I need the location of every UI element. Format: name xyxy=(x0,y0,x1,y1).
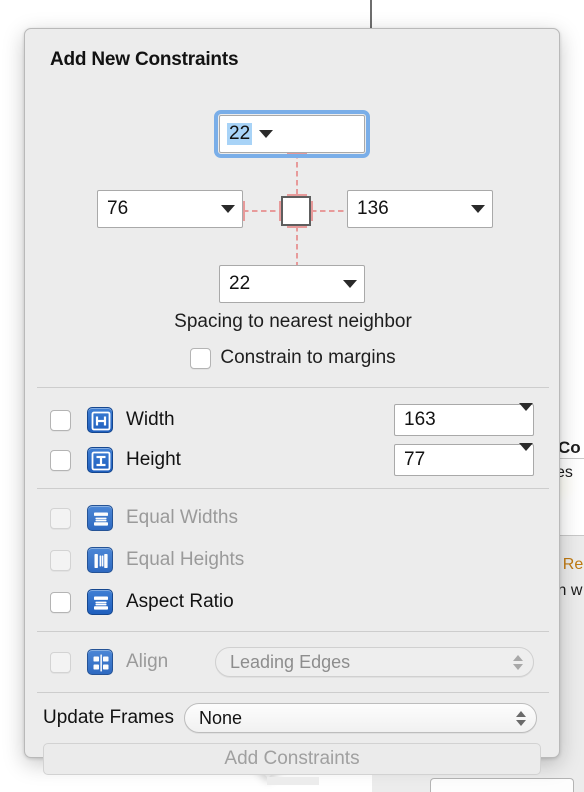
aspect-ratio-label: Aspect Ratio xyxy=(126,591,234,612)
aspect-ratio-row[interactable]: Aspect Ratio xyxy=(25,583,561,621)
align-chevron-updown-icon xyxy=(503,654,533,670)
spacing-guide-top-icon xyxy=(287,153,307,196)
equal-heights-icon xyxy=(87,547,113,573)
height-value-combo[interactable]: 77 xyxy=(394,443,534,476)
popover-tail-cover xyxy=(267,777,319,785)
update-frames-row[interactable]: Update Frames None xyxy=(25,701,561,735)
bottom-spacing-value[interactable]: 22 xyxy=(220,273,336,295)
top-spacing-value[interactable]: 22 xyxy=(227,123,253,145)
constrain-to-margins-checkbox[interactable] xyxy=(190,347,212,369)
right-spacing-chevron-down-icon[interactable] xyxy=(464,205,492,213)
right-spacing-combo[interactable]: 136 xyxy=(347,190,493,228)
equal-widths-row: Equal Widths xyxy=(25,499,561,537)
equal-widths-icon xyxy=(87,505,113,531)
align-row: Align Leading Edges xyxy=(25,643,561,681)
width-value[interactable]: 163 xyxy=(395,409,519,431)
aspect-ratio-icon xyxy=(87,589,113,615)
constrain-to-margins-label: Constrain to margins xyxy=(220,347,396,368)
bottom-spacing-combo[interactable]: 22 xyxy=(219,265,365,303)
add-new-constraints-popover: Add New Constraints 22 76 136 22 Spacing… xyxy=(24,28,561,785)
divider-4 xyxy=(37,692,549,693)
update-frames-chevron-updown-icon[interactable] xyxy=(506,710,536,726)
left-spacing-value[interactable]: 76 xyxy=(98,198,214,220)
align-selected-option: Leading Edges xyxy=(230,651,351,672)
height-chevron-down-icon[interactable] xyxy=(519,443,533,469)
background-text-fragment-1: Co xyxy=(558,438,581,457)
height-label: Height xyxy=(126,449,181,470)
spacing-caption: Spacing to nearest neighbor xyxy=(174,311,412,332)
update-frames-label: Update Frames xyxy=(43,707,174,728)
width-chevron-down-icon[interactable] xyxy=(519,403,533,429)
left-spacing-chevron-down-icon[interactable] xyxy=(214,205,242,213)
constrain-to-margins-row[interactable]: Constrain to margins xyxy=(25,347,561,369)
right-spacing-value[interactable]: 136 xyxy=(348,198,464,220)
divider-3 xyxy=(37,631,549,632)
align-label: Align xyxy=(126,651,169,672)
top-spacing-combo[interactable]: 22 xyxy=(219,115,365,153)
divider-2 xyxy=(37,488,549,489)
width-constraint-icon xyxy=(87,407,113,433)
align-option-popup: Leading Edges xyxy=(215,647,534,677)
width-constraint-row[interactable]: Width 163 xyxy=(25,401,561,439)
aspect-ratio-checkbox[interactable] xyxy=(50,591,71,613)
height-value[interactable]: 77 xyxy=(395,449,519,471)
align-checkbox xyxy=(50,651,71,673)
height-checkbox[interactable] xyxy=(50,449,71,471)
spacing-guide-bottom-icon xyxy=(287,226,307,269)
update-frames-selected-option[interactable]: None xyxy=(185,708,506,729)
left-spacing-combo[interactable]: 76 xyxy=(97,190,243,228)
add-constraints-button: Add Constraints xyxy=(43,743,541,775)
popover-title: Add New Constraints xyxy=(50,49,239,70)
height-constraint-row[interactable]: Height 77 xyxy=(25,441,561,479)
width-label: Width xyxy=(126,409,175,430)
background-bottom-box xyxy=(430,778,574,792)
width-checkbox[interactable] xyxy=(50,409,71,431)
background-vertical-rule xyxy=(370,0,372,28)
width-value-combo[interactable]: 163 xyxy=(394,403,534,436)
align-icon xyxy=(87,649,113,675)
spacing-cross-control: 22 76 136 22 Spacing to nearest neighbor xyxy=(25,79,561,332)
divider-1 xyxy=(37,387,549,388)
spacing-guide-right-icon xyxy=(311,201,349,221)
equal-heights-checkbox xyxy=(50,549,71,571)
equal-widths-label: Equal Widths xyxy=(126,507,238,528)
top-spacing-chevron-down-icon[interactable] xyxy=(252,130,280,138)
spacing-guide-left-icon xyxy=(243,201,281,221)
equal-heights-row: Equal Heights xyxy=(25,541,561,579)
height-constraint-icon xyxy=(87,447,113,473)
bottom-spacing-chevron-down-icon[interactable] xyxy=(336,280,364,288)
update-frames-popup[interactable]: None xyxy=(183,703,537,733)
equal-heights-label: Equal Heights xyxy=(126,549,245,570)
equal-widths-checkbox xyxy=(50,507,71,529)
selected-view-box xyxy=(281,196,311,226)
